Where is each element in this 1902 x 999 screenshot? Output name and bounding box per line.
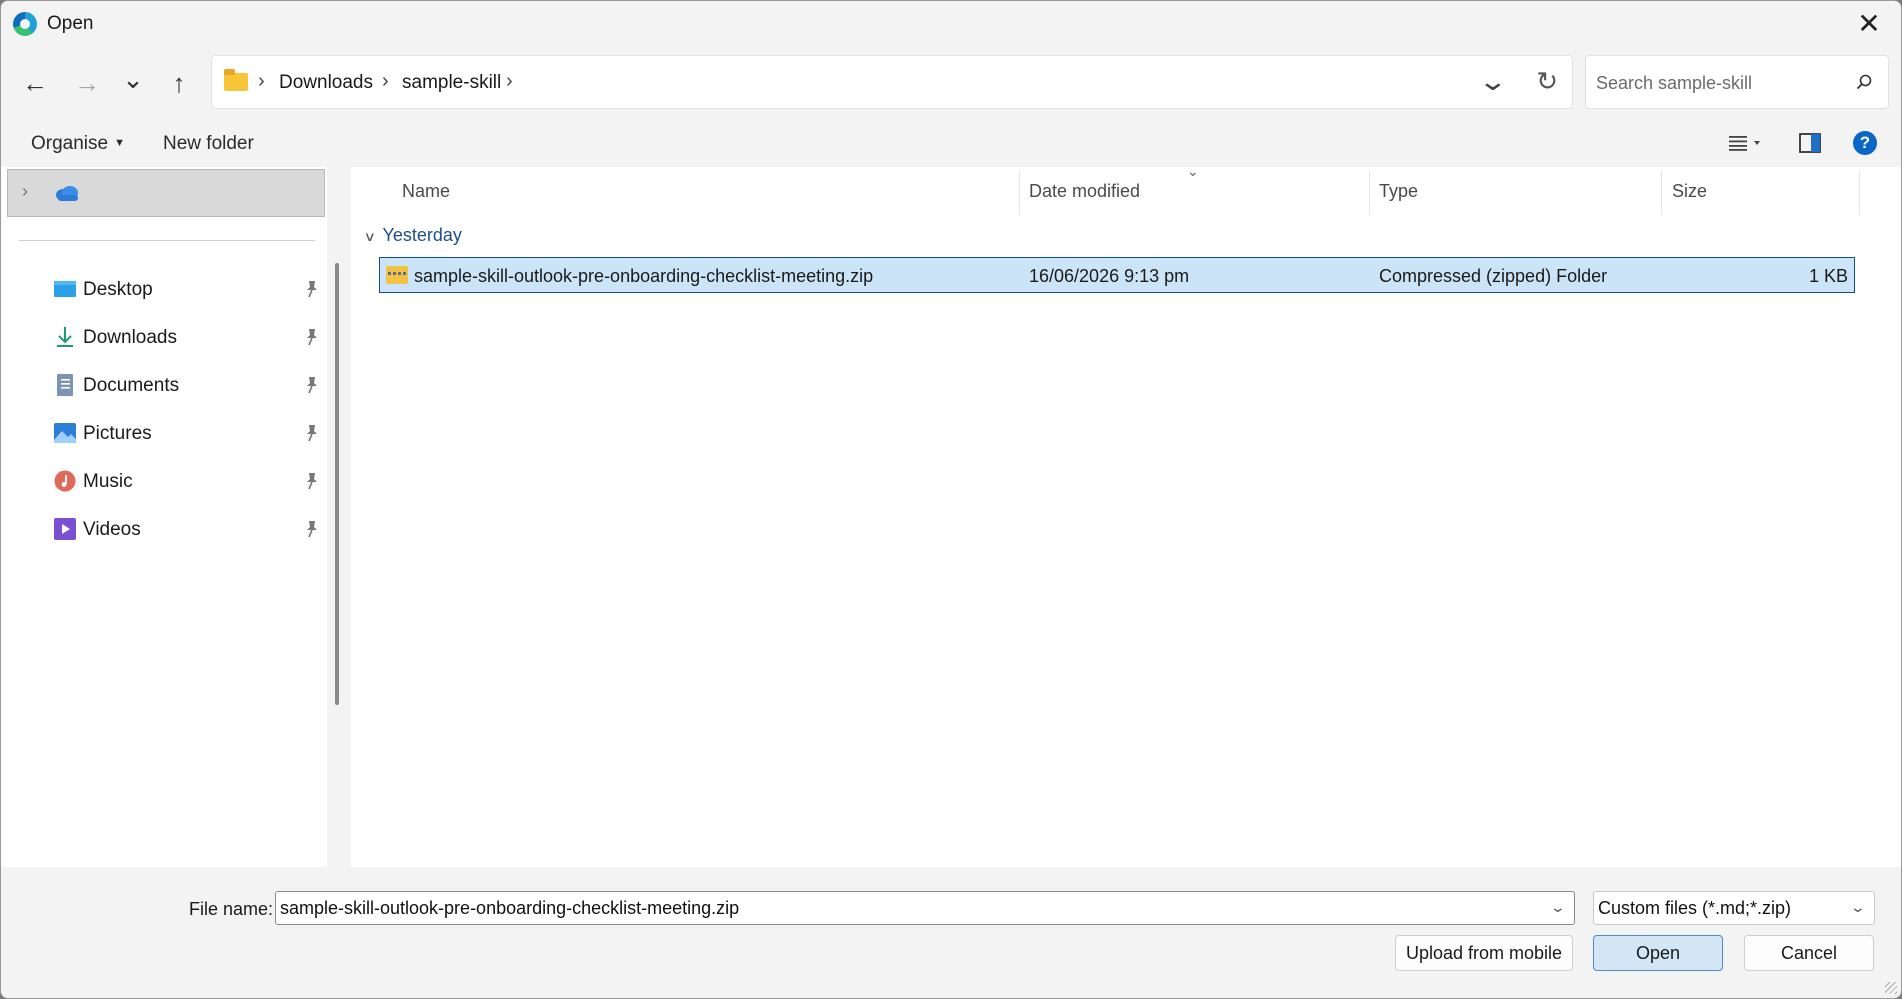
search-box[interactable] [1585,55,1889,109]
open-file-dialog: Open ✕ ← → ⌄ ↑ › Downloads › sample-skil… [0,0,1902,999]
list-view-icon [1729,136,1760,151]
file-name-combobox[interactable]: ⌄ [275,891,1575,925]
file-name-input[interactable] [280,897,1520,919]
column-divider[interactable] [1369,171,1370,215]
file-type-filter-select[interactable]: Custom files (*.md;*.zip) ⌄ [1593,891,1875,925]
file-type-filter-value: Custom files (*.md;*.zip) [1598,898,1792,918]
size-cell: 1 KB [1808,266,1848,286]
documents-icon [57,374,73,396]
column-divider[interactable] [1859,171,1860,215]
sidebar-item-desktop[interactable]: Desktop [1,267,327,311]
close-button[interactable]: ✕ [1837,1,1901,45]
open-button[interactable]: Open [1593,935,1723,971]
music-icon [54,470,76,492]
nav-divider [19,240,315,241]
folder-icon [224,69,248,91]
breadcrumb-separator[interactable]: › [382,70,389,93]
organise-label: Organise [31,133,109,154]
pin-icon[interactable] [303,375,321,395]
file-list-view: ⌄ Name Date modified Type Size ∨ Yesterda… [351,163,1901,867]
sidebar-item-onedrive[interactable]: › [7,169,325,217]
new-folder-button[interactable]: New folder [163,133,254,155]
caret-down-icon: ▼ [114,137,125,149]
back-button[interactable]: ← [17,63,53,103]
column-header-date-modified[interactable]: Date modified [1029,181,1140,202]
chevron-down-icon[interactable]: ⌄ [1550,899,1566,916]
sidebar-item-music[interactable]: Music [1,459,327,503]
chevron-down-icon: ⌄ [122,63,144,94]
sidebar-item-downloads[interactable]: Downloads [1,315,327,359]
column-header-name[interactable]: Name [402,181,450,202]
breadcrumb-separator: › [258,70,265,92]
breadcrumb-downloads[interactable]: Downloads [279,72,373,94]
chevron-down-icon: ⌄ [1849,899,1867,915]
arrow-up-icon: ↑ [172,67,186,98]
search-icon[interactable] [1856,74,1872,90]
help-icon[interactable]: ? [1853,131,1877,155]
preview-pane-icon[interactable] [1797,129,1825,157]
group-header-yesterday[interactable]: ∨ Yesterday [363,225,462,246]
file-name-label: File name: [189,899,274,919]
sidebar-item-documents[interactable]: Documents [1,363,327,407]
pin-icon[interactable] [303,519,321,539]
change-view-button[interactable] [1721,127,1769,159]
pin-icon[interactable] [303,279,321,299]
file-name-cell: sample-skill-outlook-pre-onboarding-chec… [414,266,874,286]
breadcrumb-sample-skill[interactable]: sample-skill [402,72,501,94]
arrow-right-icon: → [74,67,100,98]
desktop-icon [54,281,76,297]
recent-locations-button[interactable]: ⌄ [115,59,151,99]
column-divider[interactable] [1661,171,1662,215]
sort-indicator-icon: ⌄ [1187,163,1199,179]
onedrive-cloud-icon [56,186,78,201]
breadcrumb-separator[interactable]: › [506,70,513,93]
title-bar: Open ✕ [1,1,1901,45]
sidebar-item-label: Documents [83,375,180,396]
arrow-left-icon: ← [22,67,48,98]
refresh-icon[interactable]: ↻ [1536,66,1558,97]
column-header-type[interactable]: Type [1379,181,1418,202]
pin-icon[interactable] [303,327,321,347]
pin-icon[interactable] [303,423,321,443]
file-row-selected[interactable]: sample-skill-outlook-pre-onboarding-chec… [379,257,1855,293]
zip-folder-icon [386,266,408,284]
navigation-pane: › Desktop Downloads Documents Pictures M… [1,167,327,867]
dialog-title: Open [47,13,94,34]
type-cell: Compressed (zipped) Folder [1379,266,1608,286]
search-input[interactable] [1596,70,1836,96]
resize-grip[interactable] [1885,982,1897,994]
sidebar-item-label: Pictures [83,423,152,444]
download-icon [57,327,73,347]
up-button[interactable]: ↑ [161,63,197,103]
sidebar-item-videos[interactable]: Videos [1,507,327,551]
cancel-button[interactable]: Cancel [1744,935,1874,971]
chevron-right-icon[interactable]: › [22,181,28,202]
group-label: Yesterday [382,225,462,245]
navigation-scrollbar[interactable] [335,263,339,705]
column-divider[interactable] [1019,171,1020,215]
chevron-down-icon: ∨ [363,229,376,244]
date-modified-cell: 16/06/2026 9:13 pm [1029,266,1190,286]
address-bar[interactable]: › Downloads › sample-skill › ⌄ ↻ [211,55,1573,109]
sidebar-item-label: Desktop [83,279,153,300]
sidebar-item-label: Music [83,471,133,492]
pictures-icon [54,423,76,443]
edge-browser-icon [13,12,37,36]
sidebar-item-label: Videos [83,519,141,540]
upload-from-mobile-button[interactable]: Upload from mobile [1395,935,1573,971]
address-history-dropdown-icon[interactable]: ⌄ [1478,66,1509,97]
sidebar-item-label: Downloads [83,327,177,348]
videos-icon [54,518,76,540]
pin-icon[interactable] [303,471,321,491]
column-header-size[interactable]: Size [1672,181,1707,202]
sidebar-item-pictures[interactable]: Pictures [1,411,327,455]
organise-menu[interactable]: Organise ▼ [31,133,125,155]
forward-button[interactable]: → [69,63,105,103]
